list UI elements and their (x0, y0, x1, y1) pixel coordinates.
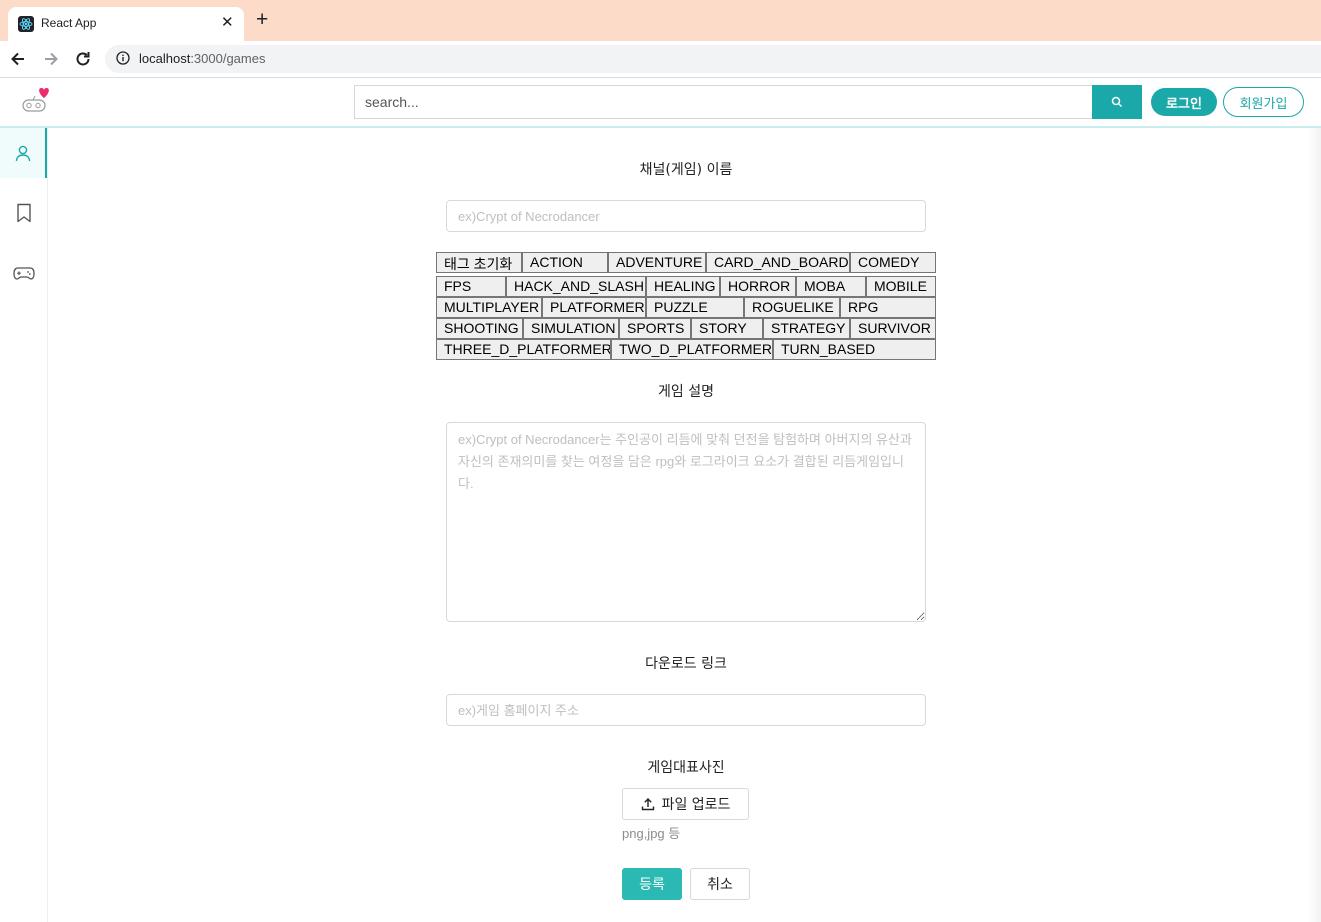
tag-rpg[interactable]: RPG (840, 297, 936, 318)
forward-arrow-icon[interactable] (41, 49, 61, 69)
tag-shooting[interactable]: SHOOTING (436, 318, 523, 339)
sidebar-item-profile[interactable] (0, 128, 47, 178)
tag-moba[interactable]: MOBA (796, 276, 866, 297)
tag-mobile[interactable]: MOBILE (866, 276, 936, 297)
reload-icon[interactable] (73, 49, 93, 69)
signup-button[interactable]: 회원가입 (1223, 87, 1304, 117)
description-label: 게임 설명 (658, 384, 714, 400)
login-button[interactable]: 로그인 (1151, 88, 1217, 116)
user-icon (15, 145, 30, 162)
close-tab-icon[interactable]: ✕ (221, 13, 234, 31)
tag-survivor[interactable]: SURVIVOR (850, 318, 936, 339)
tag-row: FPS HACK_AND_SLASH HEALING HORROR MOBA M… (436, 276, 936, 297)
tag-row: THREE_D_PLATFORMER TWO_D_PLATFORMER TURN… (436, 339, 936, 360)
browser-tab-strip: React App ✕ + (0, 0, 1321, 41)
tag-two-d-platformer[interactable]: TWO_D_PLATFORMER (611, 339, 773, 360)
tab-title: React App (41, 16, 97, 30)
tag-healing[interactable]: HEALING (646, 276, 720, 297)
upload-hint: png,jpg 등 (622, 826, 681, 841)
tag-multiplayer[interactable]: MULTIPLAYER (436, 297, 542, 318)
tag-selector: 태그 초기화 ACTION ADVENTURE CARD_AND_BOARD C… (436, 252, 936, 360)
tag-row: MULTIPLAYER PLATFORMER PUZZLE ROGUELIKE … (436, 297, 936, 318)
browser-tab[interactable]: React App ✕ (8, 7, 244, 41)
download-link-label: 다운로드 링크 (645, 656, 727, 672)
react-logo-icon (18, 16, 34, 32)
tag-adventure[interactable]: ADVENTURE (608, 252, 706, 273)
file-upload-button[interactable]: 파일 업로드 (622, 788, 749, 820)
tag-sports[interactable]: SPORTS (619, 318, 691, 339)
heart-gamepad-logo[interactable] (22, 86, 54, 114)
cancel-button[interactable]: 취소 (690, 868, 750, 900)
scroll-shadow (1307, 128, 1321, 922)
tag-fps[interactable]: FPS (436, 276, 506, 297)
download-link-input[interactable] (446, 694, 926, 726)
sidebar-item-games[interactable] (0, 248, 47, 298)
tag-row: 태그 초기화 ACTION ADVENTURE CARD_AND_BOARD C… (436, 252, 936, 273)
tag-story[interactable]: STORY (691, 318, 763, 339)
tag-platformer[interactable]: PLATFORMER (542, 297, 646, 318)
tag-roguelike[interactable]: ROGUELIKE (744, 297, 840, 318)
tag-comedy[interactable]: COMEDY (850, 252, 936, 273)
gamepad-icon (12, 267, 35, 280)
tag-simulation[interactable]: SIMULATION (523, 318, 619, 339)
game-name-input[interactable] (446, 200, 926, 232)
sidebar-item-bookmarks[interactable] (0, 188, 47, 238)
tag-puzzle[interactable]: PUZZLE (646, 297, 744, 318)
address-bar[interactable]: localhost:3000/games (105, 45, 1321, 73)
tag-horror[interactable]: HORROR (720, 276, 796, 297)
tag-turn-based[interactable]: TURN_BASED (773, 339, 936, 360)
app-header: 로그인 회원가입 (0, 78, 1321, 128)
tag-row: SHOOTING SIMULATION SPORTS STORY STRATEG… (436, 318, 936, 339)
submit-button[interactable]: 등록 (622, 868, 682, 900)
search-button[interactable] (1092, 85, 1142, 119)
bookmark-icon (16, 203, 31, 223)
tag-card-and-board[interactable]: CARD_AND_BOARD (706, 252, 850, 273)
search-icon (1111, 96, 1123, 108)
upload-button-label: 파일 업로드 (661, 797, 731, 813)
browser-toolbar: localhost:3000/games (0, 41, 1321, 78)
back-arrow-icon[interactable] (8, 49, 28, 69)
tag-hack-and-slash[interactable]: HACK_AND_SLASH (506, 276, 646, 297)
reset-tags-button[interactable]: 태그 초기화 (436, 252, 522, 273)
game-name-label: 채널(게임) 이름 (639, 162, 733, 178)
new-tab-icon[interactable]: + (256, 9, 268, 30)
url-text: localhost:3000/games (139, 51, 266, 66)
upload-icon (641, 798, 654, 811)
sidebar (0, 128, 48, 922)
representative-image-label: 게임대표사진 (647, 760, 725, 776)
info-icon[interactable] (116, 51, 130, 65)
tag-action[interactable]: ACTION (522, 252, 608, 273)
description-textarea[interactable] (446, 422, 926, 622)
search-input[interactable] (354, 85, 1092, 119)
tag-strategy[interactable]: STRATEGY (763, 318, 850, 339)
tag-three-d-platformer[interactable]: THREE_D_PLATFORMER (436, 339, 611, 360)
